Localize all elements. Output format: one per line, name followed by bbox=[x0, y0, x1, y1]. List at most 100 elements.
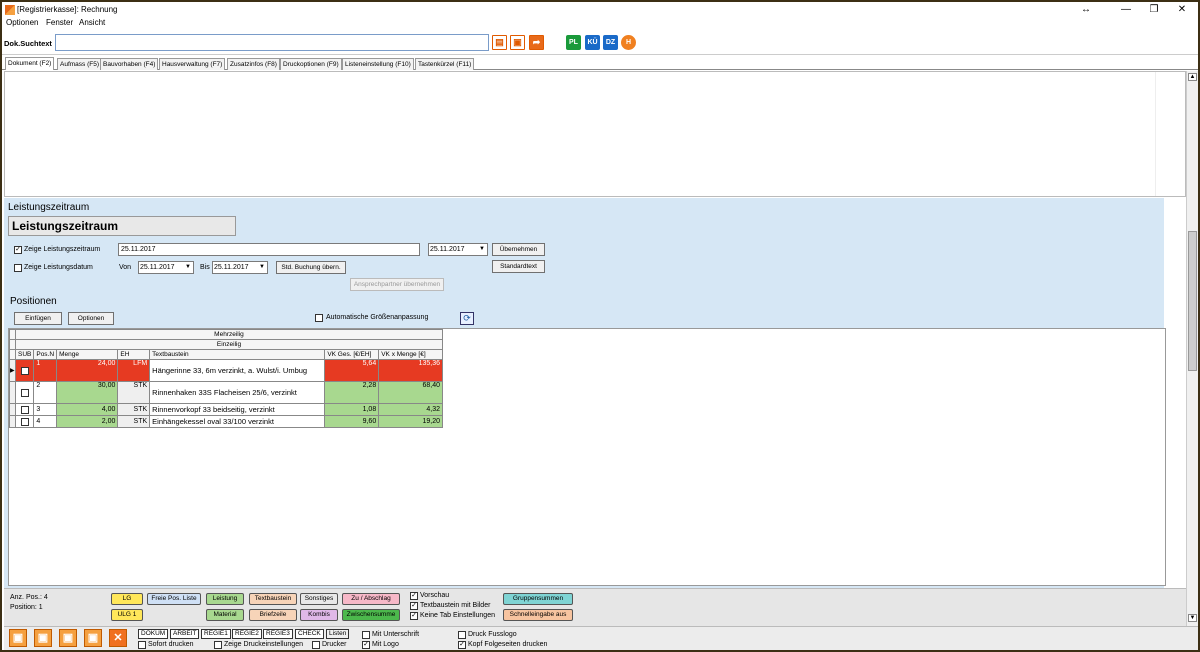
section-regie1[interactable]: REGIE1 bbox=[201, 629, 231, 639]
section-dokum[interactable]: DOKUM bbox=[138, 629, 169, 639]
cell-pos[interactable]: 1 bbox=[33, 359, 58, 382]
kombis-button[interactable]: Kombis bbox=[300, 609, 338, 621]
print-now-checkbox[interactable] bbox=[138, 641, 146, 649]
col-vk-ges[interactable]: VK Ges. [€/EH] bbox=[324, 349, 380, 360]
print-settings-checkbox[interactable] bbox=[214, 641, 222, 649]
period-input[interactable]: 25.11.2017 bbox=[118, 243, 420, 256]
period-date-dropdown[interactable]: 25.11.2017 ▼ bbox=[428, 243, 488, 256]
no-tab-checkbox[interactable]: ✓ bbox=[410, 612, 418, 620]
cell-menge[interactable]: 24,00 bbox=[56, 359, 119, 382]
auto-size-checkbox[interactable] bbox=[315, 314, 323, 322]
save-close-icon[interactable]: ▣ bbox=[59, 629, 77, 647]
sub-checkbox[interactable] bbox=[20, 366, 29, 375]
save-icon[interactable]: ▣ bbox=[9, 629, 27, 647]
cell-vk[interactable]: 5,64 bbox=[324, 359, 380, 382]
cell-sum[interactable]: 68,40 bbox=[378, 381, 443, 404]
bis-date-dropdown[interactable]: 25.11.2017 ▼ bbox=[212, 261, 268, 274]
section-arbeit[interactable]: ARBEIT bbox=[170, 629, 200, 639]
cell-pos[interactable]: 2 bbox=[33, 381, 58, 404]
menu-ansicht[interactable]: Ansicht bbox=[79, 18, 105, 27]
col-menge[interactable]: Menge bbox=[56, 349, 119, 360]
tab-zusatzinfos[interactable]: Zusatzinfos (F8) bbox=[227, 58, 280, 70]
show-date-checkbox[interactable] bbox=[14, 264, 22, 272]
std-booking-button[interactable]: Std. Buchung übern. bbox=[276, 261, 346, 274]
document-scrollbar[interactable] bbox=[1155, 72, 1165, 196]
lists-button[interactable]: Listen bbox=[326, 629, 350, 639]
forward-arrow-icon[interactable]: ➦ bbox=[529, 35, 544, 50]
tag-pl-button[interactable]: PL bbox=[566, 35, 581, 50]
sub-checkbox[interactable] bbox=[20, 405, 29, 414]
resize-icon[interactable]: ↔ bbox=[1072, 3, 1100, 17]
free-pos-list-button[interactable]: Freie Pos. Liste bbox=[147, 593, 201, 605]
section-check[interactable]: CHECK bbox=[295, 629, 324, 639]
group-sums-button[interactable]: Gruppensummen bbox=[503, 593, 573, 605]
cell-text[interactable]: Einhängekessel oval 33/100 verzinkt bbox=[149, 415, 326, 428]
menu-fenster[interactable]: Fenster bbox=[46, 18, 73, 27]
col-textbaustein[interactable]: Textbaustein bbox=[149, 349, 326, 360]
tab-dokument[interactable]: Dokument (F2) bbox=[5, 57, 55, 70]
cell-text[interactable]: Rinnenvorkopf 33 beidseitig, verzinkt bbox=[149, 403, 326, 416]
quick-entry-button[interactable]: Schnelleingabe aus bbox=[503, 609, 573, 621]
surcharge-button[interactable]: Zu / Abschlag bbox=[342, 593, 400, 605]
save-print-icon[interactable]: ▣ bbox=[84, 629, 102, 647]
tab-tastenkuerzel[interactable]: Tastenkürzel (F11) bbox=[415, 58, 475, 70]
cell-sum[interactable]: 19,20 bbox=[378, 415, 443, 428]
cancel-icon[interactable]: ✕ bbox=[109, 629, 127, 647]
header-pages-checkbox[interactable]: ✓ bbox=[458, 641, 466, 649]
contact-person-button[interactable]: Ansprechpartner übernehmen bbox=[350, 278, 444, 291]
tag-dz-button[interactable]: DZ bbox=[603, 35, 618, 50]
logo-checkbox[interactable]: ✓ bbox=[362, 641, 370, 649]
sub-checkbox[interactable] bbox=[20, 388, 29, 397]
printer-checkbox[interactable] bbox=[312, 641, 320, 649]
table-row[interactable]: 3 4,00 STK Rinnenvorkopf 33 beidseitig, … bbox=[9, 403, 443, 416]
tag-h-button[interactable]: H bbox=[621, 35, 636, 50]
cell-text[interactable]: Rinnenhaken 33S Flacheisen 25/6, verzink… bbox=[149, 381, 326, 404]
scroll-up-icon[interactable]: ▲ bbox=[1188, 73, 1197, 81]
cell-sum[interactable]: 4,32 bbox=[378, 403, 443, 416]
col-sub[interactable]: SUB bbox=[14, 349, 35, 360]
col-vk-menge[interactable]: VK x Menge [€] bbox=[378, 349, 443, 360]
cell-sum[interactable]: 135,36 bbox=[378, 359, 443, 382]
cell-eh[interactable]: STK bbox=[117, 403, 151, 416]
table-row[interactable]: ▶ 1 24,00 LFM Hängerinne 33, 6m verzinkt… bbox=[9, 359, 443, 382]
tab-druckoptionen[interactable]: Druckoptionen (F9) bbox=[280, 58, 342, 70]
refresh-icon[interactable]: ⟳ bbox=[460, 312, 474, 325]
table-row[interactable]: 4 2,00 STK Einhängekessel oval 33/100 ve… bbox=[9, 415, 443, 428]
cell-vk[interactable]: 1,08 bbox=[324, 403, 380, 416]
options-button[interactable]: Optionen bbox=[68, 312, 114, 325]
open-document-icon[interactable]: ▤ bbox=[492, 35, 507, 50]
images-checkbox[interactable]: ✓ bbox=[410, 602, 418, 610]
sonstiges-button[interactable]: Sonstiges bbox=[300, 593, 338, 605]
tab-hausverwaltung[interactable]: Hausverwaltung (F7) bbox=[159, 58, 226, 70]
von-date-dropdown[interactable]: 25.11.2017 ▼ bbox=[138, 261, 194, 274]
material-button[interactable]: Material bbox=[206, 609, 244, 621]
save-icon[interactable]: ▣ bbox=[510, 35, 525, 50]
tab-bauvorhaben[interactable]: Bauvorhaben (F4) bbox=[100, 58, 159, 70]
section-regie3[interactable]: REGIE3 bbox=[263, 629, 293, 639]
cell-menge[interactable]: 30,00 bbox=[56, 381, 119, 404]
cell-menge[interactable]: 4,00 bbox=[56, 403, 119, 416]
subtotal-button[interactable]: Zwischensumme bbox=[342, 609, 400, 621]
main-scrollbar[interactable]: ▲ ▼ bbox=[1186, 71, 1198, 626]
scroll-thumb[interactable] bbox=[1188, 231, 1197, 371]
cell-pos[interactable]: 3 bbox=[33, 403, 58, 416]
cell-eh[interactable]: LFM bbox=[117, 359, 151, 382]
cell-vk[interactable]: 9,60 bbox=[324, 415, 380, 428]
standardtext-button[interactable]: Standardtext bbox=[492, 260, 545, 273]
signature-checkbox[interactable] bbox=[362, 631, 370, 639]
col-eh[interactable]: EH bbox=[117, 349, 151, 360]
textbaustein-button[interactable]: Textbaustein bbox=[249, 593, 297, 605]
cell-pos[interactable]: 4 bbox=[33, 415, 58, 428]
tag-ku-button[interactable]: KÜ bbox=[585, 35, 600, 50]
search-input[interactable] bbox=[55, 34, 489, 51]
col-pos[interactable]: Pos.N bbox=[33, 349, 58, 360]
menu-optionen[interactable]: Optionen bbox=[6, 18, 38, 27]
close-button[interactable]: ✕ bbox=[1168, 3, 1196, 17]
document-text-area[interactable] bbox=[4, 71, 1186, 197]
cell-text[interactable]: Hängerinne 33, 6m verzinkt, a. Wulst/i. … bbox=[149, 359, 326, 382]
cell-vk[interactable]: 2,28 bbox=[324, 381, 380, 404]
minimize-button[interactable]: — bbox=[1112, 3, 1140, 17]
briefzeile-button[interactable]: Briefzeile bbox=[249, 609, 297, 621]
insert-button[interactable]: Einfügen bbox=[14, 312, 62, 325]
save-as-icon[interactable]: ▣ bbox=[34, 629, 52, 647]
